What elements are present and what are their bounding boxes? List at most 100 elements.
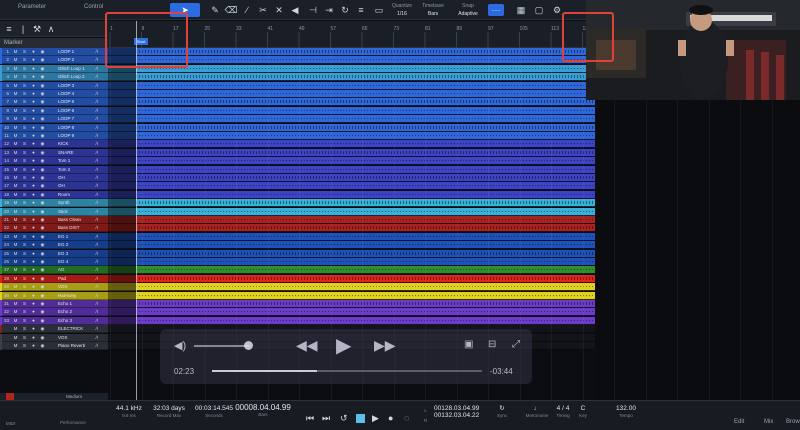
- automation-toggle-icon[interactable]: ⁄\: [96, 132, 98, 140]
- performance-meter[interactable]: Performance: [60, 405, 86, 426]
- record-arm-button[interactable]: ●: [30, 124, 37, 132]
- mute-button[interactable]: M: [12, 73, 19, 81]
- solo-button[interactable]: S: [21, 191, 28, 199]
- monitor-button[interactable]: ◉: [39, 258, 46, 266]
- record-arm-button[interactable]: ●: [30, 266, 37, 274]
- punch-button[interactable]: ◌: [404, 413, 409, 423]
- mute-button[interactable]: M: [12, 342, 19, 350]
- automation-toggle-icon[interactable]: ⁄\: [96, 292, 98, 300]
- record-arm-button[interactable]: ●: [30, 166, 37, 174]
- mute-button[interactable]: M: [12, 233, 19, 241]
- automation-toggle-icon[interactable]: ⁄\: [96, 283, 98, 291]
- solo-button[interactable]: S: [21, 325, 28, 333]
- record-arm-button[interactable]: ●: [30, 317, 37, 325]
- track-row[interactable]: 26 M S ● ◉ EG 4 ⁄\: [0, 258, 595, 266]
- track-header[interactable]: M S ● ◉ VOX ⁄\: [0, 333, 108, 342]
- solo-button[interactable]: S: [21, 98, 28, 106]
- record-arm-button[interactable]: ●: [30, 342, 37, 350]
- mute-button[interactable]: M: [12, 241, 19, 249]
- automation-toggle-icon[interactable]: ⁄\: [96, 325, 98, 333]
- track-name[interactable]: LOOP 1: [58, 48, 94, 56]
- track-name[interactable]: Glitch Loop 1: [58, 65, 94, 73]
- solo-button[interactable]: S: [21, 56, 28, 64]
- monitor-button[interactable]: ◉: [39, 56, 46, 64]
- track-name[interactable]: Tom 1: [58, 157, 94, 165]
- monitor-button[interactable]: ◉: [39, 82, 46, 90]
- track-row[interactable]: 28 M S ● ◉ Pad ⁄\: [0, 274, 595, 283]
- track-name[interactable]: ELECTRICK: [58, 325, 94, 333]
- listen-tool-button[interactable]: ◀: [288, 3, 302, 17]
- track-row[interactable]: 11 M S ● ◉ LOOP 9 ⁄\: [0, 132, 595, 140]
- track-header[interactable]: 21 M S ● ◉ Bass Clean ⁄\: [0, 216, 108, 224]
- track-row[interactable]: 5 M S ● ◉ LOOP 3 ⁄\: [0, 81, 595, 90]
- mute-button[interactable]: M: [12, 216, 19, 224]
- track-header[interactable]: 9 M S ● ◉ LOOP 7 ⁄\: [0, 115, 108, 124]
- mute-button[interactable]: M: [12, 149, 19, 157]
- track-lane[interactable]: [108, 165, 595, 174]
- mute-button[interactable]: M: [12, 300, 19, 308]
- track-row[interactable]: 21 M S ● ◉ Bass Clean ⁄\: [0, 216, 595, 224]
- rewind-button[interactable]: ⏮: [306, 413, 314, 424]
- record-arm-button[interactable]: ●: [30, 90, 37, 98]
- track-row[interactable]: 14 M S ● ◉ Tom 1 ⁄\: [0, 157, 595, 166]
- record-arm-button[interactable]: ●: [30, 233, 37, 241]
- eraser-tool-button[interactable]: ⌫: [224, 3, 238, 17]
- automation-toggle-icon[interactable]: ⁄\: [96, 275, 98, 283]
- mute-button[interactable]: M: [12, 199, 19, 207]
- mute-button[interactable]: M: [12, 182, 19, 190]
- captions-icon[interactable]: ▣: [464, 339, 473, 350]
- automation-toggle-icon[interactable]: ⁄\: [96, 208, 98, 216]
- track-row[interactable]: 32 M S ● ◉ Echo 2 ⁄\: [0, 308, 595, 317]
- wrench-icon[interactable]: ⚒: [30, 22, 44, 36]
- track-row[interactable]: 25 M S ● ◉ EG 3 ⁄\: [0, 249, 595, 258]
- automation-toggle-icon[interactable]: ⁄\: [96, 149, 98, 157]
- track-header[interactable]: 25 M S ● ◉ EG 3 ⁄\: [0, 249, 108, 258]
- track-row[interactable]: 33 M S ● ◉ Echo 3 ⁄\: [0, 316, 595, 325]
- track-header[interactable]: 11 M S ● ◉ LOOP 9 ⁄\: [0, 132, 108, 140]
- solo-button[interactable]: S: [21, 166, 28, 174]
- record-arm-button[interactable]: ●: [30, 258, 37, 266]
- track-name[interactable]: LOOP 7: [58, 115, 94, 123]
- track-lane[interactable]: [108, 199, 595, 208]
- mute-button[interactable]: M: [12, 334, 19, 342]
- monitor-button[interactable]: ◉: [39, 48, 46, 56]
- track-row[interactable]: 8 M S ● ◉ LOOP 6 ⁄\: [0, 106, 595, 115]
- monitor-button[interactable]: ◉: [39, 199, 46, 207]
- track-name[interactable]: Bass DIST: [58, 224, 94, 232]
- monitor-button[interactable]: ◉: [39, 166, 46, 174]
- monitor-button[interactable]: ◉: [39, 216, 46, 224]
- track-tool-button[interactable]: ≡: [354, 3, 368, 17]
- range-tool-button[interactable]: ✎: [208, 3, 222, 17]
- track-lane[interactable]: [108, 274, 595, 283]
- solo-button[interactable]: S: [21, 300, 28, 308]
- track-name[interactable]: LOOP 6: [58, 107, 94, 115]
- progress-track[interactable]: [212, 370, 482, 372]
- stop-button[interactable]: [356, 414, 365, 423]
- snap-select[interactable]: Snap Adaptive: [454, 2, 482, 18]
- mute-button[interactable]: M: [12, 308, 19, 316]
- edit-tab[interactable]: Edit: [734, 419, 744, 426]
- automation-toggle-icon[interactable]: ⁄\: [96, 300, 98, 308]
- automation-toggle-icon[interactable]: ⁄\: [96, 317, 98, 325]
- record-arm-button[interactable]: ●: [30, 107, 37, 115]
- record-arm-button[interactable]: ●: [30, 216, 37, 224]
- mute-button[interactable]: M: [12, 292, 19, 300]
- monitor-button[interactable]: ◉: [39, 208, 46, 216]
- solo-button[interactable]: S: [21, 73, 28, 81]
- record-button[interactable]: ●: [388, 413, 393, 423]
- quantize-select[interactable]: Quantize 1/16: [390, 2, 414, 18]
- solo-button[interactable]: S: [21, 224, 28, 232]
- browse-tab[interactable]: Brow: [786, 419, 800, 426]
- solo-button[interactable]: S: [21, 208, 28, 216]
- track-row[interactable]: 3 M S ● ◉ Glitch Loop 1 ⁄\: [0, 64, 595, 73]
- automation-toggle-icon[interactable]: ⁄\: [96, 191, 98, 199]
- key-display[interactable]: C Key: [576, 405, 590, 419]
- track-header[interactable]: 33 M S ● ◉ Echo 3 ⁄\: [0, 316, 108, 325]
- automation-toggle-icon[interactable]: ⁄\: [96, 182, 98, 190]
- track-name[interactable]: Echo 3: [58, 317, 94, 325]
- track-header[interactable]: 29 M S ● ◉ VOX ⁄\: [0, 283, 108, 292]
- play-button[interactable]: ▶: [372, 413, 379, 424]
- track-name[interactable]: Tom 2: [58, 166, 94, 174]
- track-lane[interactable]: [108, 140, 595, 149]
- mute-button[interactable]: M: [12, 115, 19, 123]
